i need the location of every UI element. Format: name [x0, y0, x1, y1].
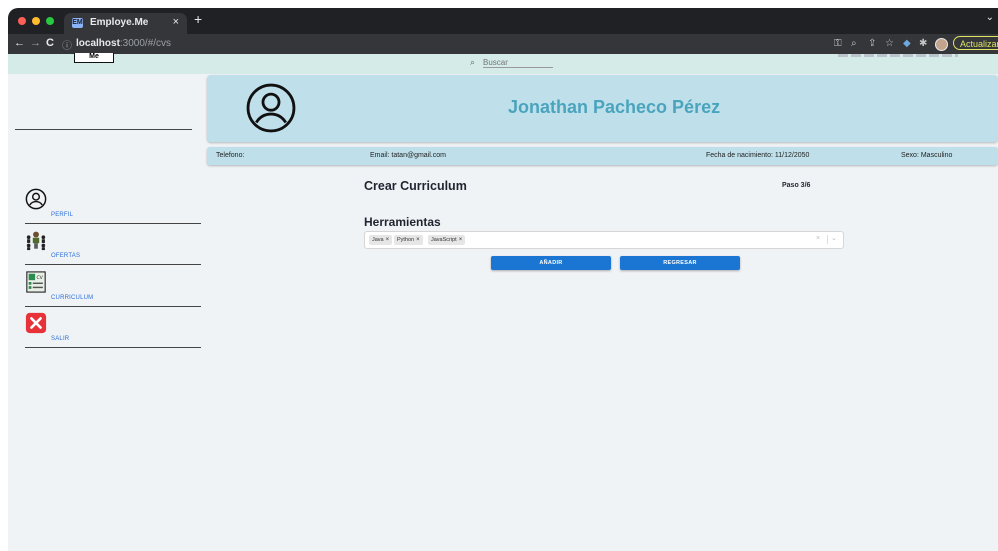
sidebar-item-curriculum[interactable]: CV CURRICULUM [23, 271, 201, 307]
share-icon[interactable]: ⇪ [868, 38, 876, 49]
zoom-icon[interactable]: ⌕ [851, 38, 857, 49]
tag-remove-icon[interactable]: × [386, 237, 390, 243]
tab-search-chevron-icon[interactable]: ⌄ [986, 12, 994, 23]
forward-arrow-icon[interactable]: → [30, 37, 41, 49]
profile-sex: Sexo: Masculino [901, 152, 953, 159]
profile-avatar[interactable] [935, 38, 948, 51]
close-window-button[interactable] [18, 17, 26, 25]
tag-chip: Python × [394, 235, 423, 245]
minimize-window-button[interactable] [32, 17, 40, 25]
profile-avatar-icon [246, 83, 296, 133]
tag-remove-icon[interactable]: × [416, 237, 420, 243]
url-host: localhost [76, 38, 120, 49]
chevron-down-icon[interactable]: ⌄ [831, 234, 837, 242]
tag-chip: JavaScript × [428, 235, 466, 245]
app-header: Me ⌕ [8, 53, 998, 74]
search-input[interactable] [483, 57, 553, 68]
profile-phone: Telefono: [216, 152, 245, 159]
new-tab-button[interactable]: + [194, 11, 202, 27]
sidebar-divider [15, 129, 192, 130]
section-title: Herramientas [364, 215, 441, 229]
sidebar-separator [25, 347, 201, 348]
browser-window: EM Employe.Me × + ⌄ ← → C ⓘ localhost:30… [8, 8, 998, 551]
add-button[interactable]: AÑADIR [491, 256, 611, 270]
header-nav-links[interactable] [838, 54, 958, 57]
sidebar-item-label: CURRICULUM [51, 295, 94, 301]
sidebar-item-salir[interactable]: SALIR [23, 312, 201, 348]
tag-label: Java [372, 237, 384, 243]
browser-toolbar: ← → C ⓘ localhost:3000/#/cvs ⚿ ⌕ ⇪ ☆ ◆ ✱… [8, 34, 998, 54]
tag-remove-icon[interactable]: × [459, 237, 463, 243]
form-title: Crear Curriculum [364, 179, 467, 193]
tab-bar: EM Employe.Me × + ⌄ [8, 8, 998, 34]
sidebar-item-perfil[interactable]: PERFIL [23, 188, 201, 224]
app-logo[interactable]: Me [74, 53, 114, 63]
tab-favicon-icon: EM [72, 18, 83, 28]
indicator-separator [827, 235, 828, 244]
puzzle-icon[interactable]: ✱ [919, 38, 927, 49]
back-button[interactable]: REGRESAR [620, 256, 740, 270]
tab-title: Employe.Me [90, 17, 149, 28]
sidebar-item-label: SALIR [51, 336, 70, 342]
update-button[interactable]: Actualizar [953, 36, 998, 50]
cv-document-icon: CV [26, 271, 46, 293]
extension-icon[interactable]: ◆ [903, 38, 911, 49]
clear-selection-icon[interactable]: × [816, 235, 820, 242]
sidebar-item-ofertas[interactable]: OFERTAS [23, 229, 201, 265]
profile-birth-date: Fecha de nacimiento: 11/12/2050 [706, 152, 810, 159]
sidebar-separator [25, 306, 201, 307]
tools-multiselect[interactable]: Java × Python × JavaScript × × ⌄ [364, 231, 844, 249]
tab-close-icon[interactable]: × [173, 16, 179, 28]
profile-banner: Jonathan Pacheco Pérez [207, 75, 998, 142]
browser-tab[interactable]: EM Employe.Me × [64, 13, 187, 34]
url-path: :3000/#/cvs [119, 38, 172, 49]
back-arrow-icon[interactable]: ← [14, 37, 25, 49]
star-icon[interactable]: ☆ [885, 38, 894, 49]
sidebar-separator [25, 223, 201, 224]
profile-info-bar: Telefono: Email: tatan@gmail.com Fecha d… [207, 147, 998, 165]
svg-text:CV: CV [36, 275, 43, 281]
profile-name: Jonathan Pacheco Pérez [508, 97, 721, 117]
reload-icon[interactable]: C [46, 37, 54, 49]
profile-email: Email: tatan@gmail.com [370, 152, 446, 159]
site-info-icon[interactable]: ⓘ [62, 37, 72, 52]
close-x-icon [25, 312, 47, 334]
sidebar-separator [25, 264, 201, 265]
form-step-indicator: Paso 3/6 [782, 182, 811, 189]
tag-label: JavaScript [431, 237, 457, 243]
maximize-window-button[interactable] [46, 17, 54, 25]
sidebar-item-label: PERFIL [51, 212, 74, 218]
address-bar[interactable]: localhost:3000/#/cvs [76, 38, 171, 49]
search-icon: ⌕ [470, 57, 476, 67]
user-circle-icon [25, 188, 47, 210]
people-icon [26, 231, 46, 251]
key-icon[interactable]: ⚿ [834, 38, 842, 49]
tag-chip: Java × [369, 235, 393, 245]
tag-label: Python [397, 237, 415, 243]
sidebar-item-label: OFERTAS [51, 253, 81, 259]
